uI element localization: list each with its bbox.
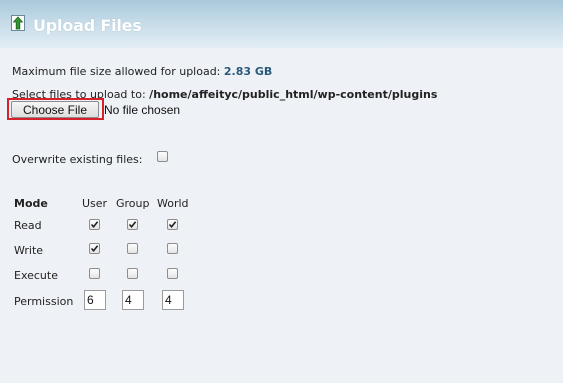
panel-title: Upload Files [33,16,142,35]
permission-label: Permission [14,295,74,308]
file-status: No file chosen [104,103,181,117]
permission-world-input[interactable] [162,290,184,310]
checkmark-icon [90,245,99,253]
group-header: Group [116,197,150,210]
read-group-checkbox[interactable] [127,219,138,230]
max-size-value: 2.83 GB [223,65,273,78]
overwrite-label: Overwrite existing files: [12,153,143,166]
checkmark-icon [90,221,99,229]
permission-group-input[interactable] [122,290,144,310]
panel-header: Upload Files [0,0,563,48]
world-header: World [157,197,189,210]
upload-files-panel: Upload Files Maximum file size allowed f… [0,0,563,383]
execute-world-checkbox[interactable] [167,268,178,279]
write-world-checkbox[interactable] [167,243,178,254]
execute-user-checkbox[interactable] [89,268,100,279]
read-user-checkbox[interactable] [89,219,100,230]
upload-arrow-icon [11,15,25,31]
execute-group-checkbox[interactable] [127,268,138,279]
read-world-checkbox[interactable] [167,219,178,230]
choose-file-button[interactable]: Choose File [11,101,99,118]
upload-path-value: /home/affeityc/public_html/wp-content/pl… [149,88,438,101]
execute-label: Execute [14,269,58,282]
checkmark-icon [168,221,177,229]
overwrite-checkbox[interactable] [157,151,168,162]
max-size-row: Maximum file size allowed for upload: 2.… [12,65,272,78]
mode-header: Mode [14,197,48,210]
write-label: Write [14,244,44,257]
max-size-label: Maximum file size allowed for upload: [12,65,221,78]
checkmark-icon [128,221,137,229]
user-header: User [82,197,108,210]
write-group-checkbox[interactable] [127,243,138,254]
permission-user-input[interactable] [84,290,106,310]
read-label: Read [14,219,42,232]
write-user-checkbox[interactable] [89,243,100,254]
